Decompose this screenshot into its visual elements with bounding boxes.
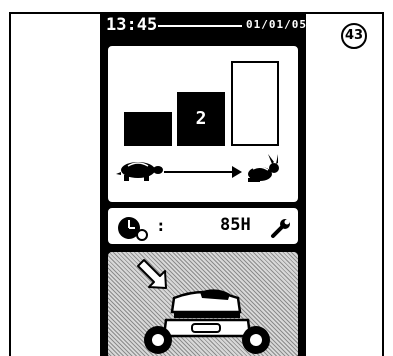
working-hours-value: 85H — [220, 215, 251, 235]
figure-number-badge: 43 — [341, 23, 367, 49]
mower-icon — [144, 289, 270, 354]
status-divider-line — [158, 25, 242, 27]
mower-panel[interactable] — [106, 250, 300, 356]
rabbit-icon — [248, 154, 279, 182]
speed-level-1-bar[interactable] — [124, 112, 172, 146]
speed-level-2-bar[interactable]: 2 — [177, 92, 225, 146]
hours-separator: : — [156, 216, 166, 235]
speed-level-3-bar[interactable] — [231, 61, 279, 146]
display-screen: 13:45 01/01/05 2: 85H — [100, 14, 306, 356]
speed-panel[interactable]: 2 — [106, 44, 300, 204]
clock-icon — [118, 217, 148, 241]
frame-left-line — [9, 12, 11, 356]
hours-panel[interactable]: : 85H — [106, 206, 300, 246]
turtle-icon — [116, 162, 163, 181]
status-bar: 13:45 01/01/05 — [100, 14, 306, 36]
frame-right-line — [382, 12, 384, 356]
wrench-icon — [271, 219, 290, 238]
arrow-right-icon — [164, 166, 242, 178]
arrow-down-right-icon — [137, 259, 167, 289]
speed-level-label: 2 — [195, 108, 207, 129]
clock-date: 01/01/05 — [246, 18, 306, 31]
clock-time: 13:45 — [106, 15, 158, 35]
